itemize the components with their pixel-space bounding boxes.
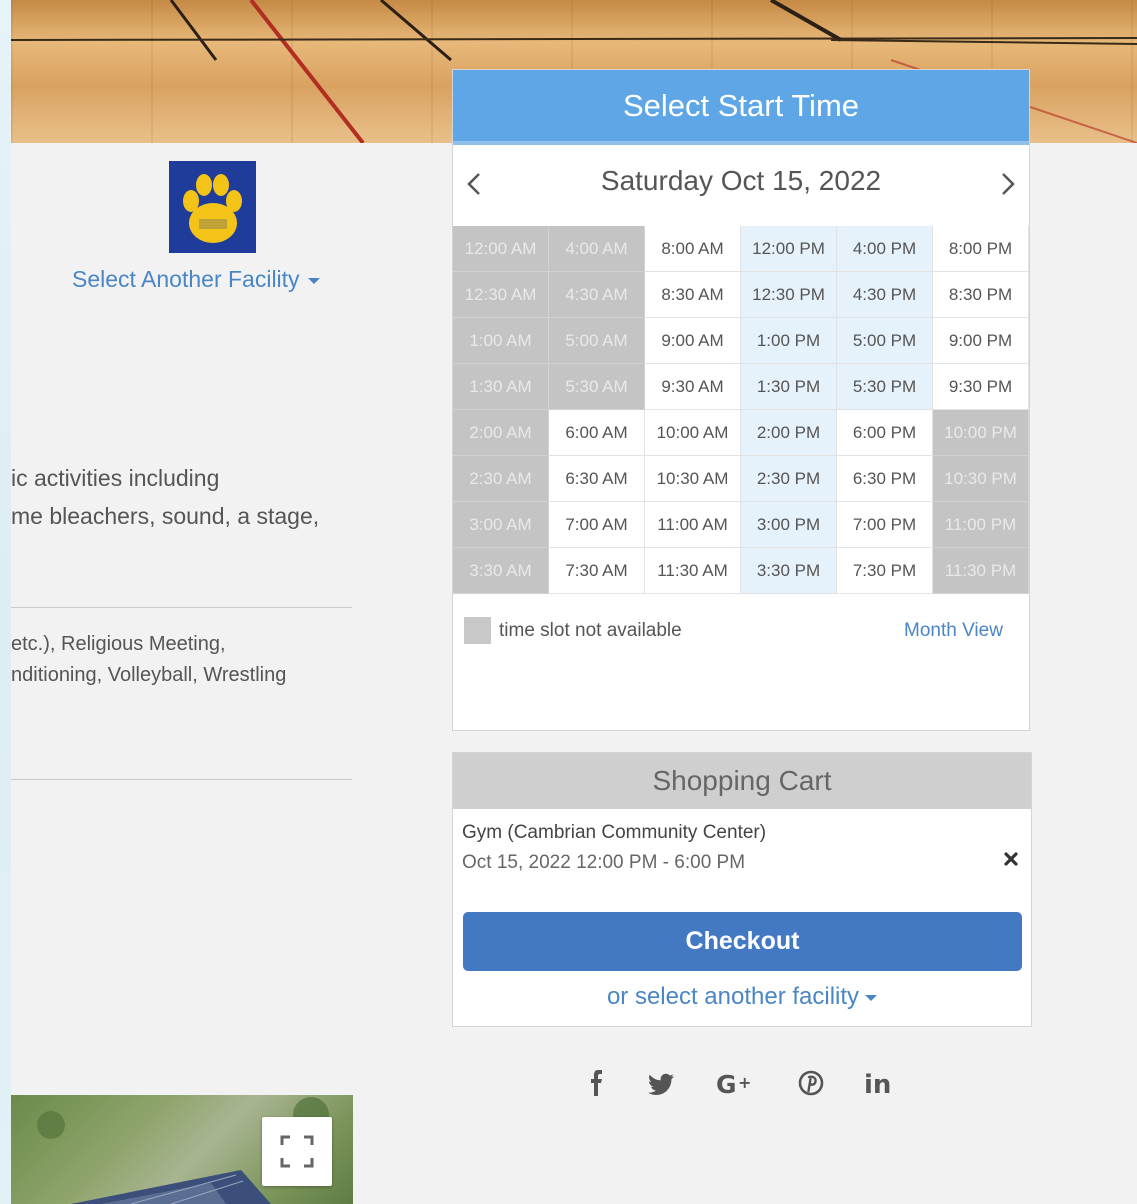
pinterest-icon[interactable] (796, 1066, 826, 1100)
divider (11, 607, 352, 608)
divider (11, 779, 352, 780)
time-slot[interactable]: 7:00 AM (549, 502, 645, 548)
time-slot[interactable]: 6:30 PM (837, 456, 933, 502)
time-slot[interactable]: 8:00 PM (933, 226, 1029, 272)
time-slot: 2:00 AM (453, 410, 549, 456)
time-slot: 4:00 AM (549, 226, 645, 272)
time-slot[interactable]: 5:00 PM (837, 318, 933, 364)
time-slot[interactable]: 12:00 PM (741, 226, 837, 272)
svg-text:+: + (738, 1073, 751, 1092)
cart-item-time: Oct 15, 2022 12:00 PM - 6:00 PM (462, 852, 746, 873)
time-slot[interactable]: 3:30 PM (741, 548, 837, 594)
time-slot[interactable]: 1:30 PM (741, 364, 837, 410)
facility-description-line-2: me bleachers, sound, a stage, (11, 503, 320, 529)
time-slot: 1:30 AM (453, 364, 549, 410)
time-slot[interactable]: 1:00 PM (741, 318, 837, 364)
time-slot[interactable]: 6:00 PM (837, 410, 933, 456)
time-slot[interactable]: 10:30 AM (645, 456, 741, 502)
shopping-cart: Shopping Cart Gym (Cambrian Community Ce… (452, 752, 1032, 1027)
time-slot[interactable]: 9:30 PM (933, 364, 1029, 410)
time-slot: 2:30 AM (453, 456, 549, 502)
map-fullscreen-button[interactable] (262, 1117, 332, 1186)
start-time-panel: Select Start Time Saturday Oct 15, 2022 … (452, 69, 1030, 731)
close-icon[interactable] (1003, 851, 1019, 867)
legend-label: time slot not available (499, 620, 682, 641)
time-slot[interactable]: 7:00 PM (837, 502, 933, 548)
time-slot: 5:00 AM (549, 318, 645, 364)
left-edge-strip (0, 0, 11, 1204)
time-slot-grid: 12:00 AM 12:30 AM 1:00 AM 1:30 AM 2:00 AM 2:3… (453, 226, 1029, 596)
time-slot[interactable]: 4:00 PM (837, 226, 933, 272)
time-slot[interactable]: 6:00 AM (549, 410, 645, 456)
linkedin-icon[interactable]: in (864, 1066, 896, 1100)
time-slot[interactable]: 10:00 AM (645, 410, 741, 456)
cart-title: Shopping Cart (453, 753, 1031, 809)
time-slot[interactable]: 8:00 AM (645, 226, 741, 272)
facility-select-label: Select Another Facility (72, 266, 300, 292)
time-slot[interactable]: 4:30 PM (837, 272, 933, 318)
time-slot[interactable]: 2:30 PM (741, 456, 837, 502)
select-other-facility-dropdown[interactable]: or select another facility (453, 983, 1031, 1011)
cart-item-name: Gym (Cambrian Community Center) (462, 822, 767, 843)
select-another-facility-dropdown[interactable]: Select Another Facility (72, 266, 320, 293)
time-slot[interactable]: 11:00 AM (645, 502, 741, 548)
time-slot[interactable]: 3:00 PM (741, 502, 837, 548)
time-slot: 4:30 AM (549, 272, 645, 318)
month-view-link[interactable]: Month View (904, 620, 1003, 642)
activity-tags-line-2: nditioning, Volleyball, Wrestling (11, 664, 287, 686)
time-slot: 3:30 AM (453, 548, 549, 594)
time-slot[interactable]: 9:30 AM (645, 364, 741, 410)
time-slot: 10:30 PM (933, 456, 1029, 502)
unavailable-legend-swatch (464, 617, 491, 644)
facility-description-line-1: ic activities including (11, 465, 220, 491)
time-slot[interactable]: 6:30 AM (549, 456, 645, 502)
selected-date: Saturday Oct 15, 2022 (600, 165, 882, 196)
caret-down-icon (865, 994, 878, 1001)
time-slot[interactable]: 11:30 AM (645, 548, 741, 594)
time-slot[interactable]: 2:00 PM (741, 410, 837, 456)
svg-text:in: in (864, 1070, 891, 1100)
time-slot: 11:30 PM (933, 548, 1029, 594)
time-slot[interactable]: 8:30 PM (933, 272, 1029, 318)
other-facility-label: or select another facility (606, 983, 860, 1010)
facility-logo (169, 161, 256, 253)
time-slot: 12:30 AM (453, 272, 549, 318)
checkout-button[interactable]: Checkout (463, 912, 1022, 971)
time-slot[interactable]: 12:30 PM (741, 272, 837, 318)
date-navigator: Saturday Oct 15, 2022 (453, 145, 1029, 227)
time-slot[interactable]: 5:30 PM (837, 364, 933, 410)
time-slot: 3:00 AM (453, 502, 549, 548)
time-slot[interactable]: 9:00 PM (933, 318, 1029, 364)
activity-tags-line-1: etc.), Religious Meeting, (11, 633, 226, 655)
google-plus-icon[interactable]: G + (716, 1066, 760, 1100)
time-slot: 12:00 AM (453, 226, 549, 272)
time-slot: 1:00 AM (453, 318, 549, 364)
facebook-icon[interactable] (587, 1066, 609, 1100)
time-slot: 11:00 PM (933, 502, 1029, 548)
time-slot[interactable]: 9:00 AM (645, 318, 741, 364)
time-slot[interactable]: 8:30 AM (645, 272, 741, 318)
time-slot: 10:00 PM (933, 410, 1029, 456)
svg-text:G: G (716, 1070, 737, 1099)
start-time-title: Select Start Time (453, 70, 1029, 145)
chevron-right-icon[interactable] (993, 167, 1023, 201)
caret-down-icon (307, 277, 320, 284)
time-slot[interactable]: 7:30 PM (837, 548, 933, 594)
twitter-icon[interactable] (647, 1066, 677, 1100)
time-slot: 5:30 AM (549, 364, 645, 410)
time-slot[interactable]: 7:30 AM (549, 548, 645, 594)
